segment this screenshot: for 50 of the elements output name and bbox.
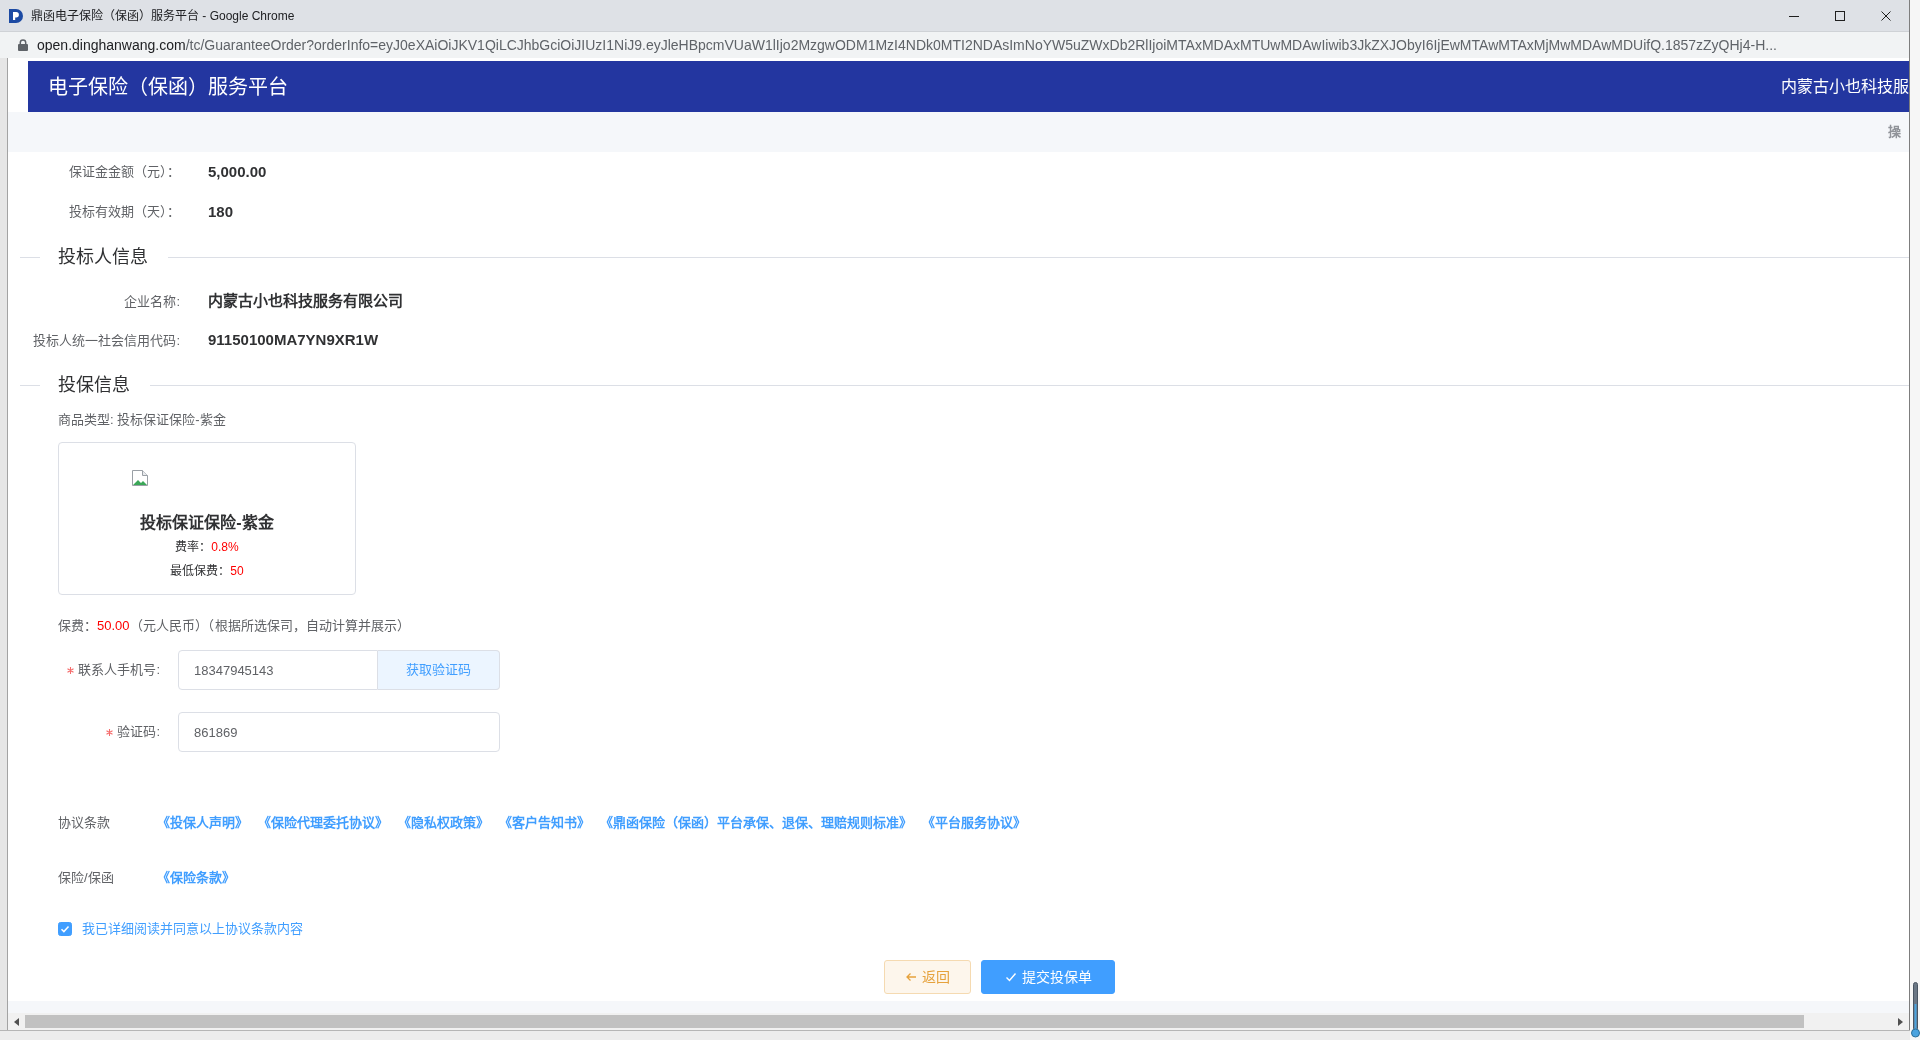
phone-input[interactable]: 18347945143 (178, 650, 378, 690)
scrollbar-thumb[interactable] (25, 1015, 1805, 1028)
thermometer-icon (1910, 982, 1920, 1038)
field-label: 保证金金额（元）： (68, 163, 180, 182)
verification-code-input[interactable]: 861869 (178, 712, 500, 752)
back-button[interactable]: 返回 (884, 960, 971, 994)
field-label: 企业名称: (123, 292, 180, 311)
header-title: 电子保险（保函）服务平台 (48, 74, 288, 100)
agreement-link[interactable]: 《保险代理委托协议》 (258, 813, 388, 833)
url-text: open.dinghanwang.com/tc/GuaranteeOrder?orderInfo=eyJ0eXAiOiJKV1QiLCJhbGciOiJIUzI1NiJ9.eyJleHBpcmVUaW1lIjo2MzgwODM1MzI4NDk0MTI2NDAsImNoYW5uZWxDb2RlIjoiMTAxMDAxMTUwMDAwIiwib3JkZXJObyI6IjEwMTAwMTAxMjMwMDAwMDUifQ.1857zZyQHj4-H... (37, 35, 1777, 55)
column-header-text: 操 (1888, 123, 1901, 142)
field-label: 验证码: (117, 723, 160, 742)
window-title: 鼎函电子保险（保函）服务平台 - Google Chrome (31, 7, 295, 25)
section-title: 投保信息 (58, 373, 130, 397)
get-code-button[interactable]: 获取验证码 (378, 650, 500, 690)
agreement-label: 协议条款 (58, 814, 111, 833)
lock-icon (18, 39, 28, 51)
close-icon[interactable] (1881, 10, 1891, 21)
logo-icon (8, 7, 24, 24)
rate-text: 费率：0.8% (174, 539, 240, 556)
scroll-right-icon[interactable] (1898, 1017, 1903, 1026)
maximize-icon[interactable] (1835, 10, 1845, 21)
scroll-left-icon[interactable] (14, 1017, 19, 1026)
agreement-link[interactable]: 《客户告知书》 (499, 813, 590, 833)
section-title: 投标人信息 (58, 245, 148, 269)
field-label: 投标有效期（天）： (68, 203, 180, 222)
product-type-text: 商品类型: 投标保证保险-紫金 (58, 411, 227, 429)
field-value: 91150100MA7YN9XR1W (208, 330, 379, 351)
agreement-link[interactable]: 《投保人声明》 (157, 813, 248, 833)
check-icon (1004, 971, 1017, 983)
broken-image-icon (132, 470, 148, 486)
field-label: 投标人统一社会信用代码: (32, 331, 180, 350)
agreement-link[interactable]: 《隐私权政策》 (398, 813, 489, 833)
agreement-link[interactable]: 《平台服务协议》 (922, 813, 1026, 833)
agreement-label: 保险/保函 (58, 869, 115, 888)
premium-text: 保费：50.00（元人民币）（根据所选保司，自动计算并展示） (58, 617, 411, 635)
agreement-link[interactable]: 《保险条款》 (157, 868, 235, 888)
checkbox[interactable] (58, 922, 72, 936)
product-name: 投标保证保险-紫金 (139, 513, 275, 533)
field-value: 内蒙古小也科技服务有限公司 (208, 291, 403, 312)
product-card[interactable]: 投标保证保险-紫金 费率：0.8% 最低保费：50 (58, 442, 356, 595)
agreement-link[interactable]: 《鼎函保险（保函）平台承保、退保、理赔规则标准》 (600, 813, 912, 833)
company-name: 内蒙古小也科技服 (1781, 76, 1909, 97)
submit-button[interactable]: 提交投保单 (981, 960, 1115, 994)
arrow-left-icon (905, 971, 917, 983)
field-label: 联系人手机号: (78, 661, 160, 680)
consent-label[interactable]: 我已详细阅读并同意以上协议条款内容 (82, 919, 303, 939)
field-value: 180 (208, 201, 234, 222)
field-value: 5,000.00 (208, 161, 267, 182)
min-fee-text: 最低保费：50 (169, 563, 245, 580)
